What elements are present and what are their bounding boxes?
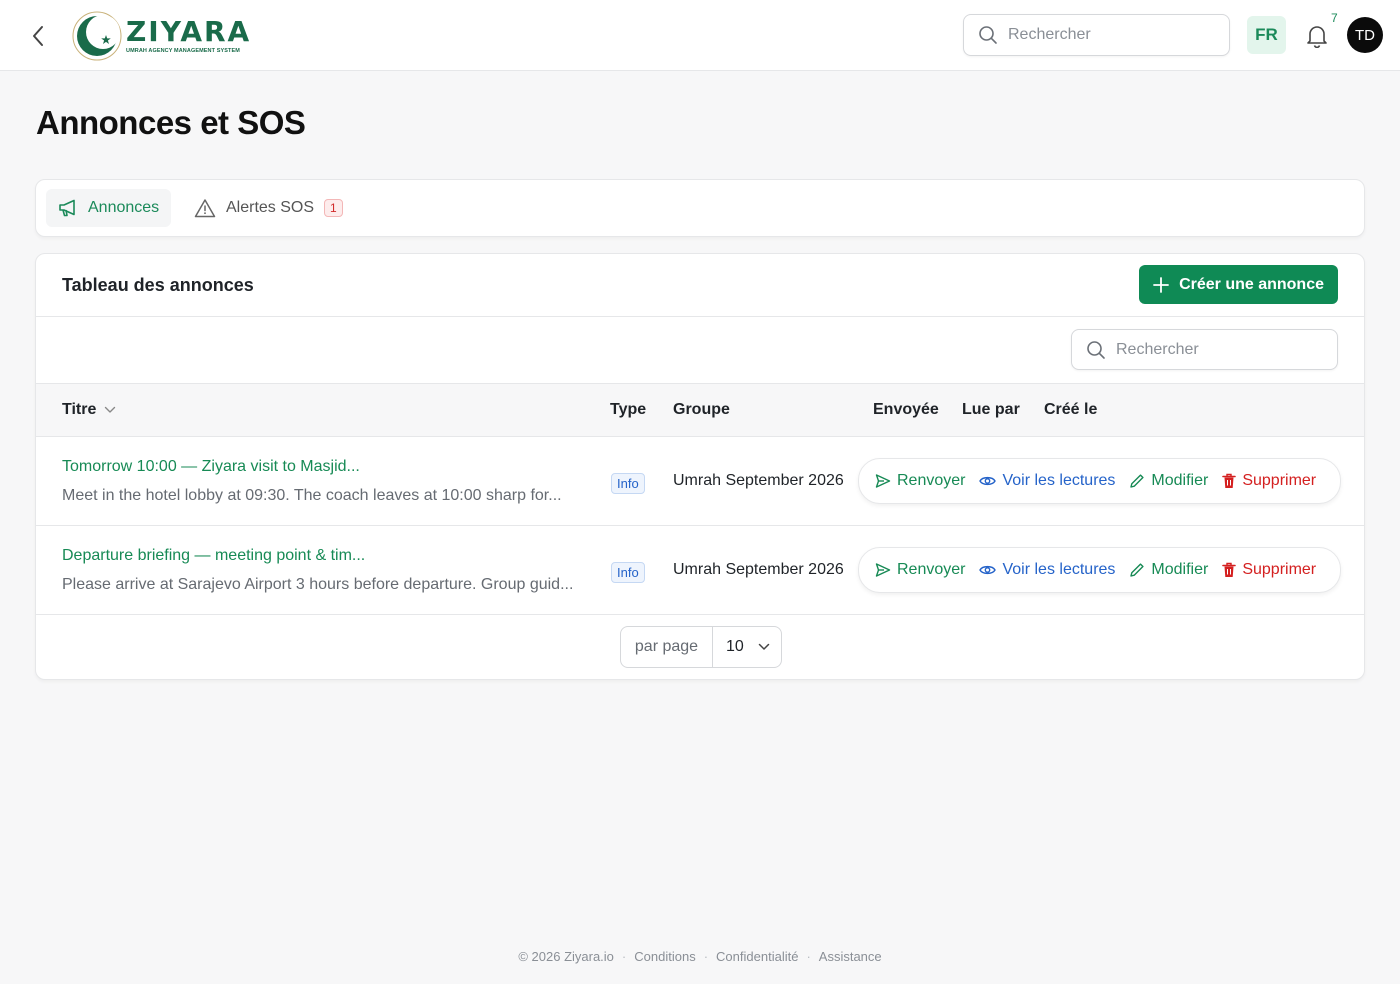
search-icon: [1087, 340, 1105, 359]
app-logo[interactable]: ZIYARA UMRAH AGENCY MANAGEMENT SYSTEM: [72, 10, 251, 62]
footer-link-privacy[interactable]: Confidentialité: [716, 949, 798, 964]
footer: © 2026 Ziyara.io · Conditions · Confidential…: [0, 949, 1400, 964]
table-search-input[interactable]: [1116, 340, 1316, 359]
footer-link-terms[interactable]: Conditions: [634, 949, 695, 964]
top-bar: ZIYARA UMRAH AGENCY MANAGEMENT SYSTEM FR…: [0, 0, 1400, 71]
page-size-selector: par page 10: [620, 626, 782, 668]
card-title: Tableau des annonces: [62, 275, 254, 295]
chevron-left-icon: [33, 26, 43, 46]
megaphone-icon: [59, 199, 75, 217]
send-icon: [875, 474, 891, 488]
type-badge: Info: [611, 473, 645, 494]
trash-icon: [1222, 473, 1237, 488]
edit-label: Modifier: [1151, 561, 1209, 578]
view-reads-button[interactable]: Voir les lectures: [979, 561, 1115, 579]
column-header-title[interactable]: Titre: [62, 401, 116, 419]
eye-icon: [979, 476, 997, 486]
edit-button[interactable]: Modifier: [1129, 472, 1208, 490]
sos-count-badge: 1: [324, 199, 343, 217]
notifications-button[interactable]: [1303, 22, 1331, 50]
chevron-down-icon: [105, 406, 116, 413]
announcement-description: Meet in the hotel lobby at 09:30. The co…: [62, 487, 562, 504]
edit-button[interactable]: Modifier: [1129, 561, 1208, 579]
column-header-sent: Envoyée: [873, 401, 939, 418]
create-announcement-button[interactable]: Créer une annonce: [1139, 265, 1338, 304]
search-icon: [979, 26, 997, 44]
footer-separator: ·: [806, 949, 811, 964]
group-name: Umrah September 2026: [673, 472, 844, 489]
column-header-type: Type: [610, 401, 647, 418]
delete-label: Supprimer: [1242, 472, 1317, 489]
warning-icon: [194, 199, 216, 218]
view-reads-label: Voir les lectures: [1002, 561, 1116, 578]
view-reads-button[interactable]: Voir les lectures: [979, 472, 1115, 490]
resend-button[interactable]: Renvoyer: [875, 472, 965, 490]
page-size-label: par page: [621, 627, 713, 667]
table-search[interactable]: [1071, 329, 1338, 370]
pencil-icon: [1130, 563, 1145, 577]
eye-icon: [979, 565, 997, 575]
announcements-table-card: Tableau des annonces Créer une annonce T…: [35, 253, 1365, 680]
back-button[interactable]: [24, 22, 52, 50]
global-search-input[interactable]: [1008, 26, 1208, 44]
plus-icon: [1153, 276, 1169, 293]
tab-sos-label: Alertes SOS: [226, 199, 315, 216]
footer-separator: ·: [621, 949, 627, 964]
table-header: Titre Type Groupe Envoyée Lue par Créé l…: [36, 384, 1364, 437]
table-row: Departure briefing — meeting point & tim…: [36, 526, 1364, 615]
global-search[interactable]: [963, 14, 1230, 56]
tab-announcements-label: Annonces: [88, 199, 160, 216]
footer-link-support[interactable]: Assistance: [819, 949, 882, 964]
notification-count: 7: [1331, 11, 1338, 25]
tab-announcements[interactable]: Annonces: [46, 189, 172, 227]
footer-copyright: © 2026 Ziyara.io: [518, 949, 614, 964]
announcement-title-link[interactable]: Tomorrow 10:00 — Ziyara visit to Masjid.…: [62, 458, 360, 476]
pencil-icon: [1130, 474, 1145, 488]
row-actions: Renvoyer Voir les lectures Modifier Supp…: [858, 458, 1341, 504]
resend-label: Renvoyer: [897, 561, 966, 578]
row-actions: Renvoyer Voir les lectures Modifier Supp…: [858, 547, 1341, 593]
column-header-created: Créé le: [1044, 401, 1098, 418]
tab-sos-alerts[interactable]: Alertes SOS 1: [182, 189, 355, 227]
bell-icon: [1307, 26, 1327, 48]
announcement-description: Please arrive at Sarajevo Airport 3 hour…: [62, 576, 574, 593]
logo-subtitle: UMRAH AGENCY MANAGEMENT SYSTEM: [126, 47, 240, 54]
view-reads-label: Voir les lectures: [1002, 472, 1116, 489]
logo-name: ZIYARA: [126, 14, 252, 48]
crescent-logo-icon: [72, 11, 122, 61]
page-title: Annonces et SOS: [36, 104, 306, 141]
language-switcher[interactable]: FR: [1247, 16, 1286, 54]
footer-separator: ·: [703, 949, 709, 964]
card-header: Tableau des annonces Créer une annonce: [36, 254, 1364, 317]
page-size-dropdown[interactable]: 10: [713, 627, 781, 667]
resend-label: Renvoyer: [897, 472, 966, 489]
tabs-card: Annonces Alertes SOS 1: [35, 179, 1365, 237]
column-header-group: Groupe: [673, 401, 730, 418]
table-search-row: [36, 317, 1364, 384]
delete-button[interactable]: Supprimer: [1222, 561, 1316, 579]
table-row: Tomorrow 10:00 — Ziyara visit to Masjid.…: [36, 437, 1364, 526]
delete-button[interactable]: Supprimer: [1222, 472, 1316, 490]
column-title-label: Titre: [62, 401, 97, 418]
trash-icon: [1222, 562, 1237, 577]
page-size-value: 10: [726, 638, 744, 655]
column-header-read-by: Lue par: [962, 401, 1020, 418]
user-avatar[interactable]: TD: [1347, 17, 1383, 53]
delete-label: Supprimer: [1242, 561, 1317, 578]
type-badge: Info: [611, 562, 645, 583]
group-name: Umrah September 2026: [673, 561, 844, 578]
edit-label: Modifier: [1151, 472, 1209, 489]
create-announcement-label: Créer une annonce: [1179, 275, 1324, 293]
announcement-title-link[interactable]: Departure briefing — meeting point & tim…: [62, 547, 365, 565]
resend-button[interactable]: Renvoyer: [875, 561, 965, 579]
send-icon: [875, 563, 891, 577]
chevron-down-icon: [758, 643, 770, 650]
